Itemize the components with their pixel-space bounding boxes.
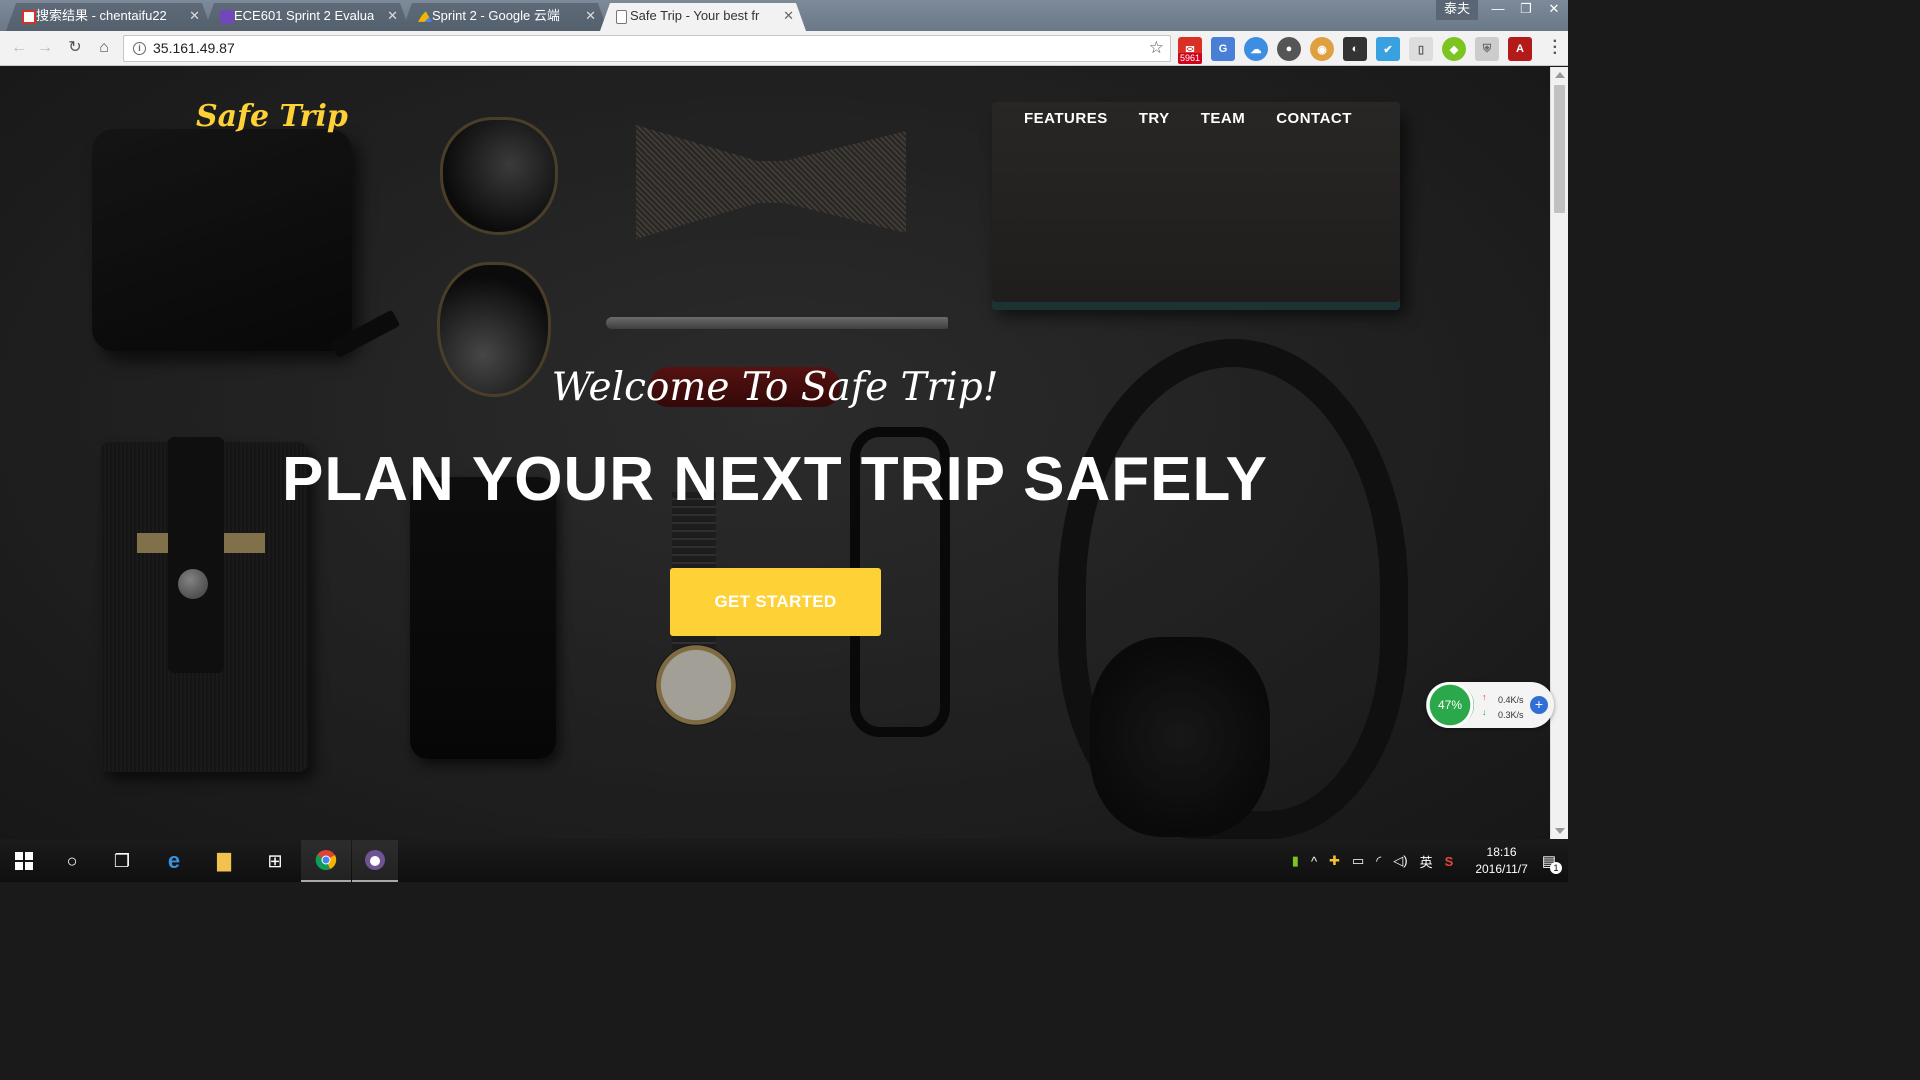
tab-title: Safe Trip - Your best fr (630, 8, 760, 23)
extension-bar: ✉ 5961 G ☁ ● ◉ ◐ ✔ ▯ ◆ ⛨ A (1178, 36, 1532, 64)
sogou-ime-icon[interactable]: S (1445, 854, 1454, 869)
tab-forms[interactable]: ECE601 Sprint 2 Evalua ✕ (204, 3, 410, 31)
upload-speed: 0.4K/s (1498, 695, 1524, 705)
network-speed-widget[interactable]: 47% ↑ ↓ 0.4K/s 0.3K/s + (1426, 682, 1554, 728)
close-window-icon[interactable]: ✕ (1540, 0, 1568, 20)
battery-tray-icon[interactable]: ▮ (1292, 853, 1299, 869)
page-icon (616, 10, 627, 24)
site-nav: FEATURES TRY TEAM CONTACT (1024, 110, 1352, 127)
site-logo[interactable]: Safe Trip (196, 99, 348, 134)
close-icon[interactable]: ✕ (783, 3, 794, 29)
nav-features[interactable]: FEATURES (1024, 110, 1108, 127)
window-controls: 泰夫 — ❐ ✕ (1435, 0, 1568, 22)
tab-drive[interactable]: Sprint 2 - Google 云端 ✕ (402, 3, 608, 31)
wifi-icon[interactable]: ◜ (1376, 853, 1381, 869)
profile-button[interactable]: 泰夫 (1435, 0, 1478, 20)
tab-safe-trip[interactable]: Safe Trip - Your best fr ✕ (600, 3, 806, 31)
task-view-icon[interactable]: ❐ (98, 840, 146, 882)
tab-title: Sprint 2 - Google 云端 (432, 8, 560, 23)
clock-time: 18:16 (1486, 845, 1517, 859)
tab-title: 搜索结果 - chentaifu22 (36, 8, 167, 23)
boost-plus-icon[interactable]: + (1530, 696, 1548, 714)
nav-contact[interactable]: CONTACT (1276, 110, 1352, 127)
info-icon[interactable]: i (133, 42, 146, 55)
forms-icon (220, 10, 234, 24)
search-cortana-icon[interactable]: ○ (48, 840, 96, 882)
hero-heading: PLAN YOUR NEXT TRIP SAFELY (281, 445, 1269, 514)
file-explorer-icon[interactable]: ▇ (200, 840, 248, 882)
scroll-thumb[interactable] (1554, 85, 1565, 213)
reload-icon[interactable]: ↻ (64, 37, 86, 59)
page-viewport: Safe Trip FEATURES TRY TEAM CONTACT Welc… (0, 67, 1550, 839)
upload-arrow-icon: ↑ (1482, 692, 1487, 702)
shield-icon[interactable]: ⛨ (1475, 37, 1499, 61)
back-icon[interactable]: ← (8, 37, 30, 59)
store-icon[interactable]: ⊞ (251, 840, 299, 882)
clock[interactable]: 18:16 2016/11/7 (1475, 844, 1528, 878)
system-tray: ▮ ^ ✚ ▭ ◜ ◁) 英 S 18:16 2016/11/7 ▤ 1 (1286, 840, 1568, 882)
close-icon[interactable]: ✕ (585, 3, 596, 29)
github-desktop-icon[interactable] (352, 840, 398, 882)
mail-badge: 5961 (1178, 53, 1203, 64)
chevron-up-icon[interactable]: ^ (1311, 854, 1317, 869)
tab-title: ECE601 Sprint 2 Evalua (234, 8, 374, 23)
security-tray-icon[interactable]: ✚ (1329, 853, 1340, 869)
pdf-icon[interactable]: A (1508, 37, 1532, 61)
windows-taskbar: ○ ❐ e ▇ ⊞ ▮ ^ ✚ ▭ ◜ ◁) 英 S 18:16 2016/11… (0, 840, 1568, 882)
power-tray-icon[interactable]: ▭ (1352, 853, 1364, 869)
forward-icon[interactable]: → (34, 37, 56, 59)
action-center-icon[interactable]: ▤ 1 (1542, 852, 1562, 874)
drive-icon (418, 10, 432, 24)
hero-subheading: Welcome To Safe Trip! (551, 365, 999, 410)
ime-indicator[interactable]: 英 (1420, 852, 1433, 871)
scroll-up-icon[interactable] (1555, 72, 1565, 78)
checkmark-extension-icon[interactable]: ✔ (1376, 37, 1400, 61)
tab-gmail[interactable]: 搜索结果 - chentaifu22 ✕ (6, 3, 212, 31)
cookie-icon[interactable]: ◉ (1310, 37, 1334, 61)
cloud-icon[interactable]: ☁ (1244, 37, 1268, 61)
scroll-down-icon[interactable] (1555, 828, 1565, 834)
minimize-icon[interactable]: — (1484, 0, 1512, 20)
chrome-icon[interactable] (301, 840, 351, 882)
mail-checker-icon[interactable]: ✉ 5961 (1178, 37, 1203, 64)
cpu-usage-meter: 47% (1426, 682, 1474, 728)
close-icon[interactable]: ✕ (387, 3, 398, 29)
browser-toolbar: ← → ↻ ⌂ i 35.161.49.87 ☆ ✉ 5961 G ☁ ● ◉ ◐… (0, 31, 1568, 66)
nav-team[interactable]: TEAM (1201, 110, 1246, 127)
github-extension-icon[interactable]: ● (1277, 37, 1301, 61)
phone-extension-icon[interactable]: ▯ (1409, 37, 1433, 61)
edge-icon[interactable]: e (150, 840, 198, 882)
translate-icon[interactable]: G (1211, 37, 1235, 61)
restore-icon[interactable]: ❐ (1512, 0, 1540, 20)
address-bar[interactable]: i 35.161.49.87 ☆ (123, 35, 1171, 62)
download-speed: 0.3K/s (1498, 710, 1524, 720)
browser-title-bar: 搜索结果 - chentaifu22 ✕ ECE601 Sprint 2 Eva… (0, 0, 1568, 31)
url-text[interactable]: 35.161.49.87 (153, 40, 235, 56)
bookmark-star-icon[interactable]: ☆ (1149, 38, 1164, 58)
start-windows-icon[interactable] (0, 840, 48, 882)
menu-icon[interactable]: · · · (1553, 34, 1558, 62)
incognito-icon[interactable]: ◐ (1343, 37, 1367, 61)
home-icon[interactable]: ⌂ (93, 37, 115, 59)
clock-date: 2016/11/7 (1475, 862, 1528, 876)
close-icon[interactable]: ✕ (189, 3, 200, 29)
speed-readout: 0.4K/s 0.3K/s (1498, 693, 1524, 723)
volume-icon[interactable]: ◁) (1393, 853, 1407, 869)
nav-try[interactable]: TRY (1139, 110, 1170, 127)
green-extension-icon[interactable]: ◆ (1442, 37, 1466, 61)
page-scrollbar[interactable] (1550, 67, 1568, 839)
download-arrow-icon: ↓ (1482, 707, 1487, 717)
notification-count: 1 (1550, 862, 1562, 874)
get-started-button[interactable]: GET STARTED (670, 568, 881, 636)
gmail-icon (22, 10, 36, 24)
